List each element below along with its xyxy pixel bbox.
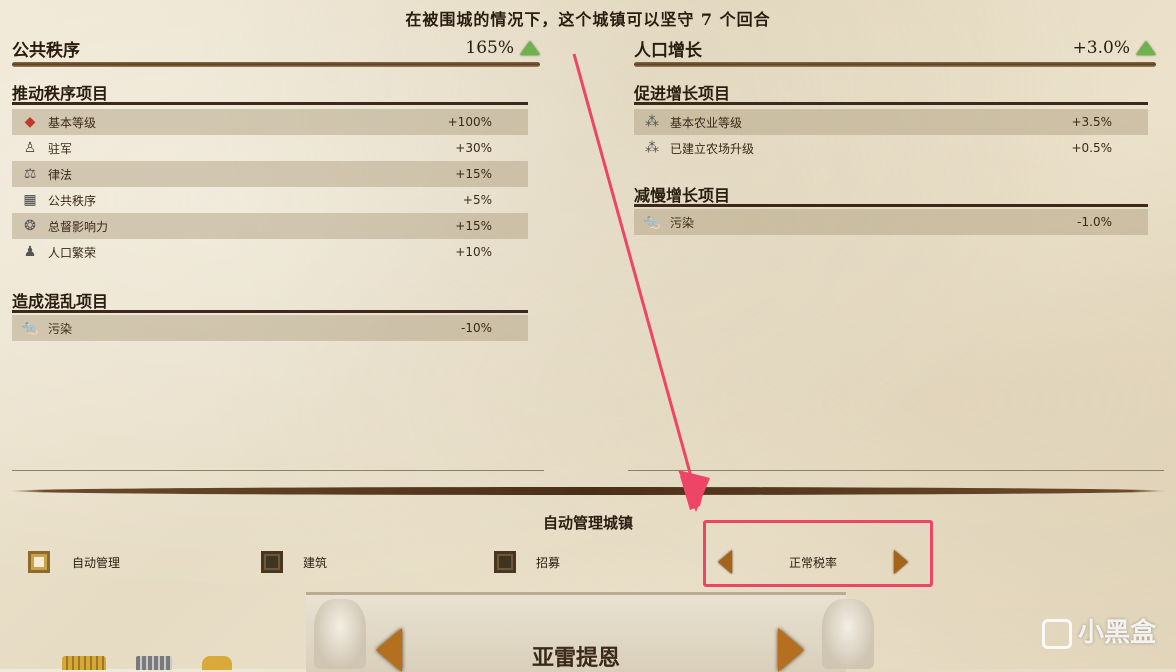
modifier-value: +0.5% (1071, 141, 1112, 155)
modifier-value: +15% (455, 219, 492, 233)
annotation-arrow (572, 53, 710, 512)
modifier-value: -10% (460, 321, 492, 335)
trend-up-icon (520, 41, 540, 55)
governor-influence-icon: ❂ (24, 218, 36, 234)
trend-up-icon (1136, 41, 1156, 55)
modifier-label: 污染 (48, 321, 73, 336)
pollution-rat-icon: 🐀 (21, 320, 39, 336)
modifier-value: +10% (455, 245, 492, 259)
watermark-text: 小黑盒 (1077, 618, 1156, 648)
modifier-label: 人口繁荣 (48, 245, 97, 260)
public-order-icon: ▦ (23, 192, 37, 208)
auto-manage-checkbox[interactable] (28, 551, 50, 573)
siege-turns-text: 在被围城的情况下，这个城镇可以坚守 7 个回合 (405, 10, 771, 29)
section-title: 造成混乱项目 (12, 292, 109, 311)
modifier-row: ▦ 公共秩序 +5% (12, 187, 528, 213)
watermark: 小黑盒 (1041, 612, 1156, 649)
option-label: 建筑 (303, 555, 328, 570)
garrison-icon: ♙ (23, 140, 37, 156)
crown-tab-icon[interactable] (62, 656, 106, 670)
recruitment-option[interactable]: 招募 (494, 551, 560, 573)
law-scales-icon: ⚖ (23, 166, 37, 182)
modifier-row: 🐀 污染 -10% (12, 315, 528, 341)
modifier-row: ♙ 驻军 +30% (12, 135, 528, 161)
tax-rate-next-button[interactable] (894, 550, 908, 574)
modifier-value: +5% (462, 193, 492, 207)
population-icon: ♟ (23, 244, 37, 260)
wall-tab-icon[interactable] (136, 656, 172, 670)
fist-tab-icon[interactable] (202, 656, 232, 670)
population-growth-value: +3.0% (1072, 38, 1130, 58)
modifier-value: -1.0% (1077, 215, 1112, 229)
public-order-stat-header: 公共秩序 165% (12, 34, 540, 62)
tax-rate-label: 正常税率 (788, 556, 837, 570)
order-increase-section: 推动秩序项目 ◆ 基本等级 +100% ♙ 驻军 +30% ⚖ 律法 +15% ▦ 公共秩序 +5% ❂… (12, 80, 528, 265)
option-label: 招募 (536, 555, 561, 570)
modifier-value: +100% (447, 115, 492, 129)
left-panel-bottom-line (12, 470, 544, 471)
modifier-row: ♟ 人口繁荣 +10% (12, 239, 528, 265)
bottom-tab-icons (62, 656, 232, 670)
order-decrease-section: 造成混乱项目 🐀 污染 -10% (12, 288, 528, 341)
modifier-label: 污染 (670, 215, 695, 230)
watermark-logo-icon (1041, 618, 1072, 649)
modifier-label: 律法 (48, 167, 73, 182)
modifier-label: 基本等级 (48, 115, 97, 130)
modifier-label: 总督影响力 (48, 219, 109, 234)
buildings-checkbox[interactable] (261, 551, 283, 573)
modifier-label: 公共秩序 (48, 193, 97, 208)
modifier-label: 已建立农场升级 (670, 141, 755, 156)
modifier-value: +15% (455, 167, 492, 181)
modifier-row: ◆ 基本等级 +100% (12, 109, 528, 135)
modifier-row: ❂ 总督影响力 +15% (12, 213, 528, 239)
city-name: 亚雷提恩 (531, 645, 620, 671)
public-order-panel: 公共秩序 165% (12, 34, 540, 67)
tax-rate-prev-button[interactable] (718, 550, 732, 574)
modifier-label: 基本农业等级 (670, 115, 743, 130)
public-order-value: 165% (465, 38, 514, 58)
modifier-value: +30% (455, 141, 492, 155)
buildings-option[interactable]: 建筑 (261, 551, 327, 573)
modifier-row: ⚖ 律法 +15% (12, 161, 528, 187)
modifier-value: +3.5% (1071, 115, 1112, 129)
auto-manage-option[interactable]: 自动管理 (28, 551, 120, 573)
level-icon: ◆ (24, 114, 36, 130)
recruitment-checkbox[interactable] (494, 551, 516, 573)
stat-underline (12, 62, 540, 67)
public-order-title: 公共秩序 (12, 40, 80, 61)
modifier-label: 驻军 (48, 141, 73, 156)
section-title: 推动秩序项目 (12, 84, 109, 103)
option-label: 自动管理 (72, 555, 121, 570)
